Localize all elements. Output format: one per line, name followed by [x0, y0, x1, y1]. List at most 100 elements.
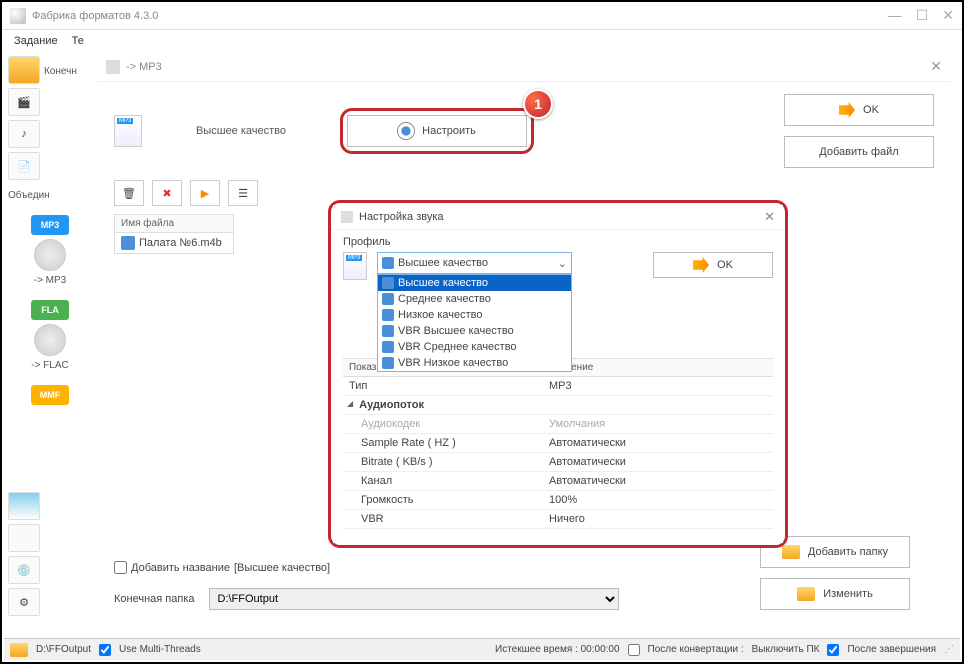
dialog-close-icon[interactable]: ✕	[764, 209, 775, 225]
after-conv-checkbox[interactable]	[628, 644, 640, 656]
file-list: Имя файла Палата №6.m4b	[114, 214, 234, 254]
multithread-checkbox[interactable]	[99, 644, 111, 656]
combo-selected: Высшее качество	[398, 257, 488, 269]
sidebar-final: Конечн	[44, 66, 77, 77]
info-button[interactable]: ☰	[228, 180, 258, 206]
combo-item[interactable]: Высшее качество	[378, 275, 571, 291]
file-name: Палата №6.m4b	[139, 237, 222, 249]
panel-icon	[106, 60, 120, 74]
note-icon	[382, 277, 394, 289]
arrow-right-icon	[693, 257, 709, 273]
profile-dropdown: Высшее качество Среднее качество Низкое …	[377, 274, 572, 372]
clear-button[interactable]: 🗑	[114, 180, 144, 206]
sidebar-flac[interactable]: FLA -> FLAC	[8, 294, 92, 377]
callout-1: 1	[523, 89, 553, 119]
dialog-icon	[341, 211, 353, 223]
param-row[interactable]: Громкость100%	[343, 491, 773, 510]
status-bar: D:\FFOutput Use Multi-Threads Истекшее в…	[4, 638, 960, 660]
panel-titlebar: -> MP3 ✕	[98, 52, 950, 82]
param-row[interactable]: Bitrate ( KB/s )Автоматически	[343, 453, 773, 472]
file-header: Имя файла	[115, 215, 233, 233]
menu-task[interactable]: Задание	[14, 35, 58, 47]
configure-button[interactable]: Настроить	[347, 115, 527, 147]
sidebar-mp3[interactable]: MP3 -> MP3	[8, 209, 92, 292]
folder-icon	[797, 587, 815, 601]
remove-button[interactable]: ✖	[152, 180, 182, 206]
combo-item[interactable]: Среднее качество	[378, 291, 571, 307]
audio-settings-dialog-highlight: Настройка звука ✕ Профиль Высшее качеств…	[328, 200, 788, 548]
menu-te[interactable]: Те	[72, 35, 84, 47]
gear-icon	[398, 123, 414, 139]
param-row[interactable]: КаналАвтоматически	[343, 472, 773, 491]
note-icon	[382, 357, 394, 369]
sidebar-mmf[interactable]: MMF	[8, 379, 92, 415]
profile-label: Профиль	[343, 236, 773, 248]
panel-close-icon[interactable]: ✕	[930, 58, 942, 75]
param-group[interactable]: Аудиопоток	[343, 396, 773, 415]
change-button[interactable]: Изменить	[760, 578, 910, 610]
close-icon[interactable]: ✕	[942, 7, 954, 24]
configure-highlight: Настроить 1	[340, 108, 534, 154]
main-titlebar: Фабрика форматов 4.3.0 — ☐ ✕	[2, 2, 962, 30]
multithread-label: Use Multi-Threads	[119, 644, 201, 655]
disc-icon[interactable]: 💿	[8, 556, 40, 584]
note-icon	[382, 309, 394, 321]
picture-icon[interactable]	[8, 492, 40, 520]
headphones-icon	[34, 324, 66, 356]
profile-combo[interactable]: Высшее качество ⌄ Высшее качество Средне…	[377, 252, 572, 274]
note-icon	[382, 341, 394, 353]
app-title: Фабрика форматов 4.3.0	[32, 10, 158, 22]
dest-folder-select[interactable]: D:\FFOutput	[209, 588, 619, 610]
dialog-ok-button[interactable]: OK	[653, 252, 773, 278]
document-icon[interactable]	[8, 524, 40, 552]
window-controls: — ☐ ✕	[888, 7, 954, 24]
settings-icon[interactable]: ⚙	[8, 588, 40, 616]
status-path: D:\FFOutput	[36, 644, 91, 655]
mp3-file-icon	[343, 252, 367, 280]
quality-label: Высшее качество	[196, 125, 286, 137]
flac-badge-icon: FLA	[31, 300, 69, 320]
app-icon	[10, 8, 26, 24]
combo-item[interactable]: VBR Низкое качество	[378, 355, 571, 371]
folder-add-icon	[782, 545, 800, 559]
folder-icon[interactable]	[8, 56, 40, 84]
ok-button[interactable]: OK	[784, 94, 934, 126]
add-title-value: [Высшее качество]	[234, 562, 330, 574]
video-icon[interactable]: 🎬	[8, 88, 40, 116]
combo-item[interactable]: Низкое качество	[378, 307, 571, 323]
param-row[interactable]: ТипMP3	[343, 377, 773, 396]
mmf-badge-icon: MMF	[31, 385, 69, 405]
combo-item[interactable]: VBR Высшее качество	[378, 323, 571, 339]
parameter-grid: Показатель Значение ТипMP3 Аудиопоток Ау…	[343, 358, 773, 529]
minimize-icon[interactable]: —	[888, 7, 902, 24]
dest-label: Конечная папка	[114, 593, 195, 605]
shutdown-label: Выключить ПК	[752, 644, 820, 655]
sidebar-merge: Объедин	[8, 190, 92, 201]
param-row: АудиокодекУмолчания	[343, 415, 773, 434]
note-icon	[382, 257, 394, 269]
maximize-icon[interactable]: ☐	[916, 7, 929, 24]
chevron-down-icon: ⌄	[558, 257, 567, 270]
combo-item[interactable]: VBR Среднее качество	[378, 339, 571, 355]
add-title-label: Добавить название	[131, 562, 230, 574]
grid-header-value: Значение	[543, 359, 773, 376]
audio-settings-dialog: Настройка звука ✕ Профиль Высшее качеств…	[333, 205, 783, 543]
after-conv-label: После конвертации :	[648, 644, 744, 655]
resize-grip-icon[interactable]: ⋰	[944, 644, 954, 655]
sidebar: Конечн 🎬 ♪ 📄 Объедин MP3 -> MP3 FLA -> F…	[2, 52, 98, 622]
dialog-title: Настройка звука	[359, 211, 444, 223]
music-icon[interactable]: ♪	[8, 120, 40, 148]
file-row[interactable]: Палата №6.m4b	[115, 233, 233, 253]
param-row[interactable]: Sample Rate ( HZ )Автоматически	[343, 434, 773, 453]
folder-icon[interactable]	[10, 643, 28, 657]
play-button[interactable]: ▶	[190, 180, 220, 206]
arrow-right-icon	[839, 102, 855, 118]
after-done-checkbox[interactable]	[827, 644, 839, 656]
param-row[interactable]: VBRНичего	[343, 510, 773, 529]
add-title-checkbox[interactable]	[114, 561, 127, 574]
mp3-file-icon	[114, 115, 142, 147]
add-file-button[interactable]: Добавить файл	[784, 136, 934, 168]
after-done-label: После завершения	[847, 644, 936, 655]
image-icon[interactable]: 📄	[8, 152, 40, 180]
speaker-icon	[34, 239, 66, 271]
